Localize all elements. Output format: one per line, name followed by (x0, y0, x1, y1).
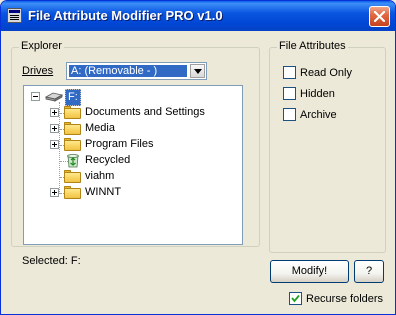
tree-root-label: F: (65, 89, 81, 106)
recurse-folders-label[interactable]: Recurse folders (306, 293, 383, 305)
tree-item[interactable]: viahm (24, 169, 242, 185)
modify-button[interactable]: Modify! (270, 260, 349, 283)
chevron-down-icon (194, 69, 202, 74)
drive-icon (44, 92, 64, 102)
folder-icon (64, 106, 81, 119)
drives-select-value: A: (Removable - ) (69, 65, 187, 77)
tree-item-label: Recycled (85, 154, 131, 166)
tree-item[interactable]: WINNT (24, 185, 242, 201)
drives-select[interactable]: A: (Removable - ) (66, 62, 207, 80)
hidden-label[interactable]: Hidden (300, 88, 335, 100)
expand-icon[interactable] (50, 108, 59, 117)
expand-icon[interactable] (50, 140, 59, 149)
title-bar[interactable]: File Attribute Modifier PRO v1.0 (1, 1, 395, 31)
hidden-label-text: Hidden (300, 88, 335, 100)
tree-root-row[interactable]: F: (24, 89, 104, 106)
drives-label: Drives (22, 65, 53, 77)
tree-item[interactable]: Media (24, 121, 242, 137)
folder-icon (64, 170, 81, 183)
app-icon (7, 8, 22, 23)
expand-icon[interactable] (50, 124, 59, 133)
tree-item[interactable]: Program Files (24, 137, 242, 153)
folder-icon (64, 186, 81, 199)
read-only-label[interactable]: Read Only (300, 67, 352, 79)
close-icon (374, 11, 385, 22)
selected-path: Selected: F: (22, 255, 81, 267)
collapse-icon[interactable] (31, 92, 40, 101)
window-title: File Attribute Modifier PRO v1.0 (28, 8, 223, 23)
folder-icon (64, 138, 81, 151)
archive-checkbox[interactable] (283, 108, 296, 121)
file-attributes-group-label: File Attributes (277, 40, 348, 52)
tree-item-label: Program Files (85, 138, 154, 150)
app-window: File Attribute Modifier PRO v1.0 Explore… (0, 0, 396, 315)
tree-item-label: viahm (85, 170, 115, 182)
read-only-label-text: Read Only (300, 67, 352, 79)
tree-item-label: WINNT (85, 186, 122, 198)
explorer-group-label: Explorer (19, 40, 64, 52)
read-only-checkbox[interactable] (283, 66, 296, 79)
archive-label-text: Archive (300, 109, 337, 121)
recycle-bin-icon (67, 154, 79, 168)
drives-dropdown-button[interactable] (190, 64, 205, 78)
expand-icon[interactable] (50, 188, 59, 197)
tree-item-label: Documents and Settings (85, 106, 205, 118)
drives-label-text: Drives (22, 65, 54, 77)
recurse-folders-checkbox[interactable] (289, 292, 302, 305)
hidden-checkbox[interactable] (283, 87, 296, 100)
tree-item-label: Media (85, 122, 115, 134)
tree-item[interactable]: Recycled (24, 153, 242, 169)
tree-item[interactable]: Documents and Settings (24, 105, 242, 121)
folder-tree[interactable]: F: Documents and Settings Media Program … (23, 85, 243, 245)
help-button[interactable]: ? (354, 260, 384, 283)
close-button[interactable] (369, 6, 390, 27)
folder-icon (64, 122, 81, 135)
checkmark-icon (291, 294, 300, 303)
archive-label[interactable]: Archive (300, 109, 337, 121)
